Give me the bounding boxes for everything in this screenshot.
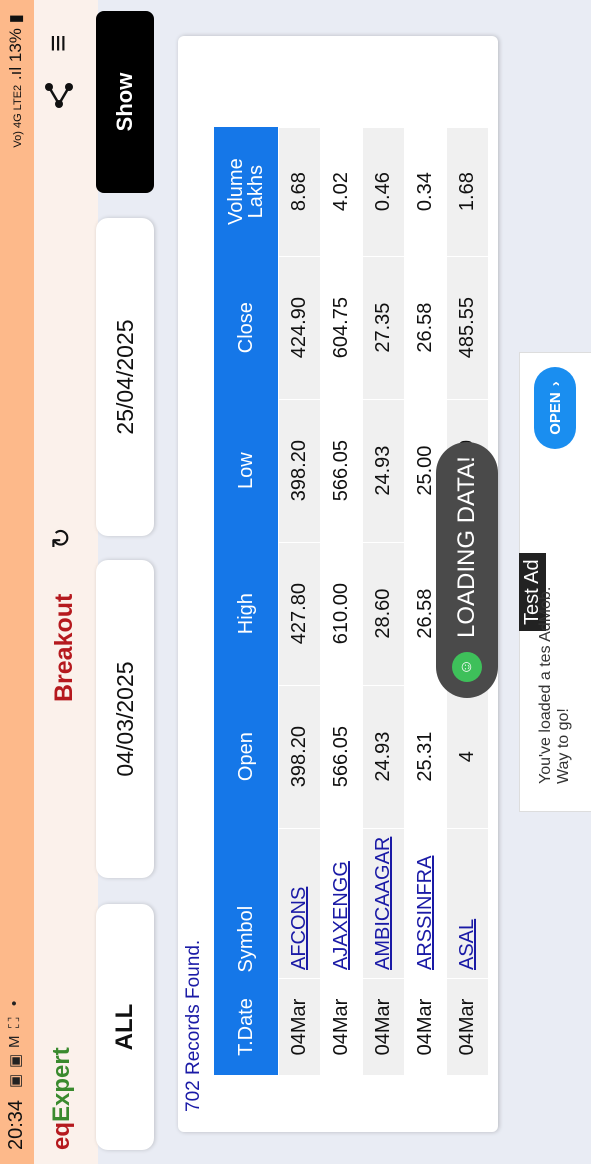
header-high[interactable]: High [214, 542, 279, 686]
cell-open: 25.31 [404, 685, 447, 829]
cell-volume: 0.34 [404, 127, 447, 257]
header-open[interactable]: Open [214, 685, 279, 829]
records-count: 702 Records Found. [183, 939, 204, 1112]
ad-open-button[interactable]: OPEN › [534, 367, 576, 449]
cell-tdate: 04Mar [446, 978, 489, 1076]
cell-symbol[interactable]: AMBICAAGAR [362, 828, 405, 979]
from-date-field[interactable]: 04/03/2025 [96, 560, 154, 878]
cell-close: 485.55 [446, 256, 489, 400]
image-icon: ▣ [7, 1053, 24, 1068]
show-button[interactable]: Show [96, 11, 154, 193]
brand-expert: Expert [48, 1047, 75, 1122]
cell-high: 427.80 [278, 542, 321, 686]
table-row: 04Mar AMBICAAGAR 24.93 28.60 24.93 27.35 0.46 [362, 127, 405, 1076]
chevron-right-icon: › [546, 381, 564, 387]
cell-symbol[interactable]: ARSSINFRA [404, 828, 447, 979]
battery-text: 13% [6, 28, 25, 63]
cell-symbol[interactable]: ASAL [446, 828, 489, 979]
table-row: 04Mar AJAXENGG 566.05 610.00 566.05 604.75 4.0… [320, 127, 363, 1076]
android-icon: ☺ [452, 652, 482, 682]
gmail-icon: M [6, 1035, 23, 1049]
app-icon: ⛶ [6, 1017, 23, 1028]
cell-close: 27.35 [362, 256, 405, 400]
menu-icon[interactable]: ≡ [42, 34, 76, 52]
cell-high: 28.60 [362, 542, 405, 686]
header-close[interactable]: Close [214, 256, 279, 400]
share-icon[interactable] [44, 81, 82, 109]
page-title: Breakout [50, 593, 78, 702]
cell-open: 24.93 [362, 685, 405, 829]
cell-low: 398.20 [278, 399, 321, 543]
cell-low: 566.05 [320, 399, 363, 543]
header-symbol[interactable]: Symbol [214, 828, 279, 979]
header-volume[interactable]: Volume Lakhs [214, 127, 279, 257]
cell-close: 424.90 [278, 256, 321, 400]
cell-symbol[interactable]: AFCONS [278, 828, 321, 979]
symbol-link[interactable]: AMBICAAGAR [372, 837, 394, 970]
more-notifications-icon: • [6, 1000, 23, 1006]
symbol-link[interactable]: ASAL [456, 919, 478, 970]
brand-eq: eq [48, 1121, 75, 1150]
refresh-icon[interactable]: ↻ [46, 527, 77, 549]
cell-tdate: 04Mar [404, 978, 447, 1076]
cell-tdate: 04Mar [320, 978, 363, 1076]
header-tdate[interactable]: T.Date [214, 978, 279, 1076]
loading-toast: ☺ LOADING DATA! [436, 442, 498, 698]
battery-icon: ▮ [6, 14, 25, 24]
status-right: Vo) 4G LTE2 .ıl 13% ▮ [6, 14, 26, 148]
symbol-link[interactable]: AJAXENGG [330, 861, 352, 970]
cell-open: 4 [446, 685, 489, 829]
toast-text: LOADING DATA! [453, 456, 480, 638]
status-time: 20:34 [5, 1099, 27, 1150]
ad-open-label: OPEN [546, 392, 564, 435]
table-row: 04Mar AFCONS 398.20 427.80 398.20 424.90 8.68 [278, 127, 321, 1076]
segment-dropdown[interactable]: ALL [96, 904, 154, 1150]
image-icon: ▣ [7, 1073, 24, 1088]
symbol-link[interactable]: ARSSINFRA [414, 856, 436, 970]
app-screen: 20:34 ▣ ▣ M ⛶ • Vo) 4G LTE2 .ıl 13% ▮ eq… [0, 0, 591, 1164]
cell-tdate: 04Mar [362, 978, 405, 1076]
cell-tdate: 04Mar [278, 978, 321, 1076]
header-low[interactable]: Low [214, 399, 279, 543]
cell-volume: 8.68 [278, 127, 321, 257]
cell-volume: 4.02 [320, 127, 363, 257]
cell-low: 24.93 [362, 399, 405, 543]
cell-open: 566.05 [320, 685, 363, 829]
to-date-field[interactable]: 25/04/2025 [96, 218, 154, 536]
symbol-link[interactable]: AFCONS [288, 887, 310, 970]
table-header-row: T.Date Symbol Open High Low Close Volume… [214, 127, 279, 1076]
cell-symbol[interactable]: AJAXENGG [320, 828, 363, 979]
cell-close: 604.75 [320, 256, 363, 400]
status-bar: 20:34 ▣ ▣ M ⛶ • Vo) 4G LTE2 .ıl 13% ▮ [0, 0, 34, 1164]
cell-open: 398.20 [278, 685, 321, 829]
cell-high: 610.00 [320, 542, 363, 686]
signal-label: Vo) 4G LTE2 [12, 84, 24, 148]
ad-text: You've loaded a tes AdMob. Way to go! [537, 586, 573, 784]
signal-icon: .ıl [6, 66, 25, 81]
cell-volume: 1.68 [446, 127, 489, 257]
brand-logo: eqExpert [48, 1047, 76, 1150]
app-bar: eqExpert Breakout ↻ ≡ [34, 0, 98, 1164]
cell-close: 26.58 [404, 256, 447, 400]
cell-volume: 0.46 [362, 127, 405, 257]
